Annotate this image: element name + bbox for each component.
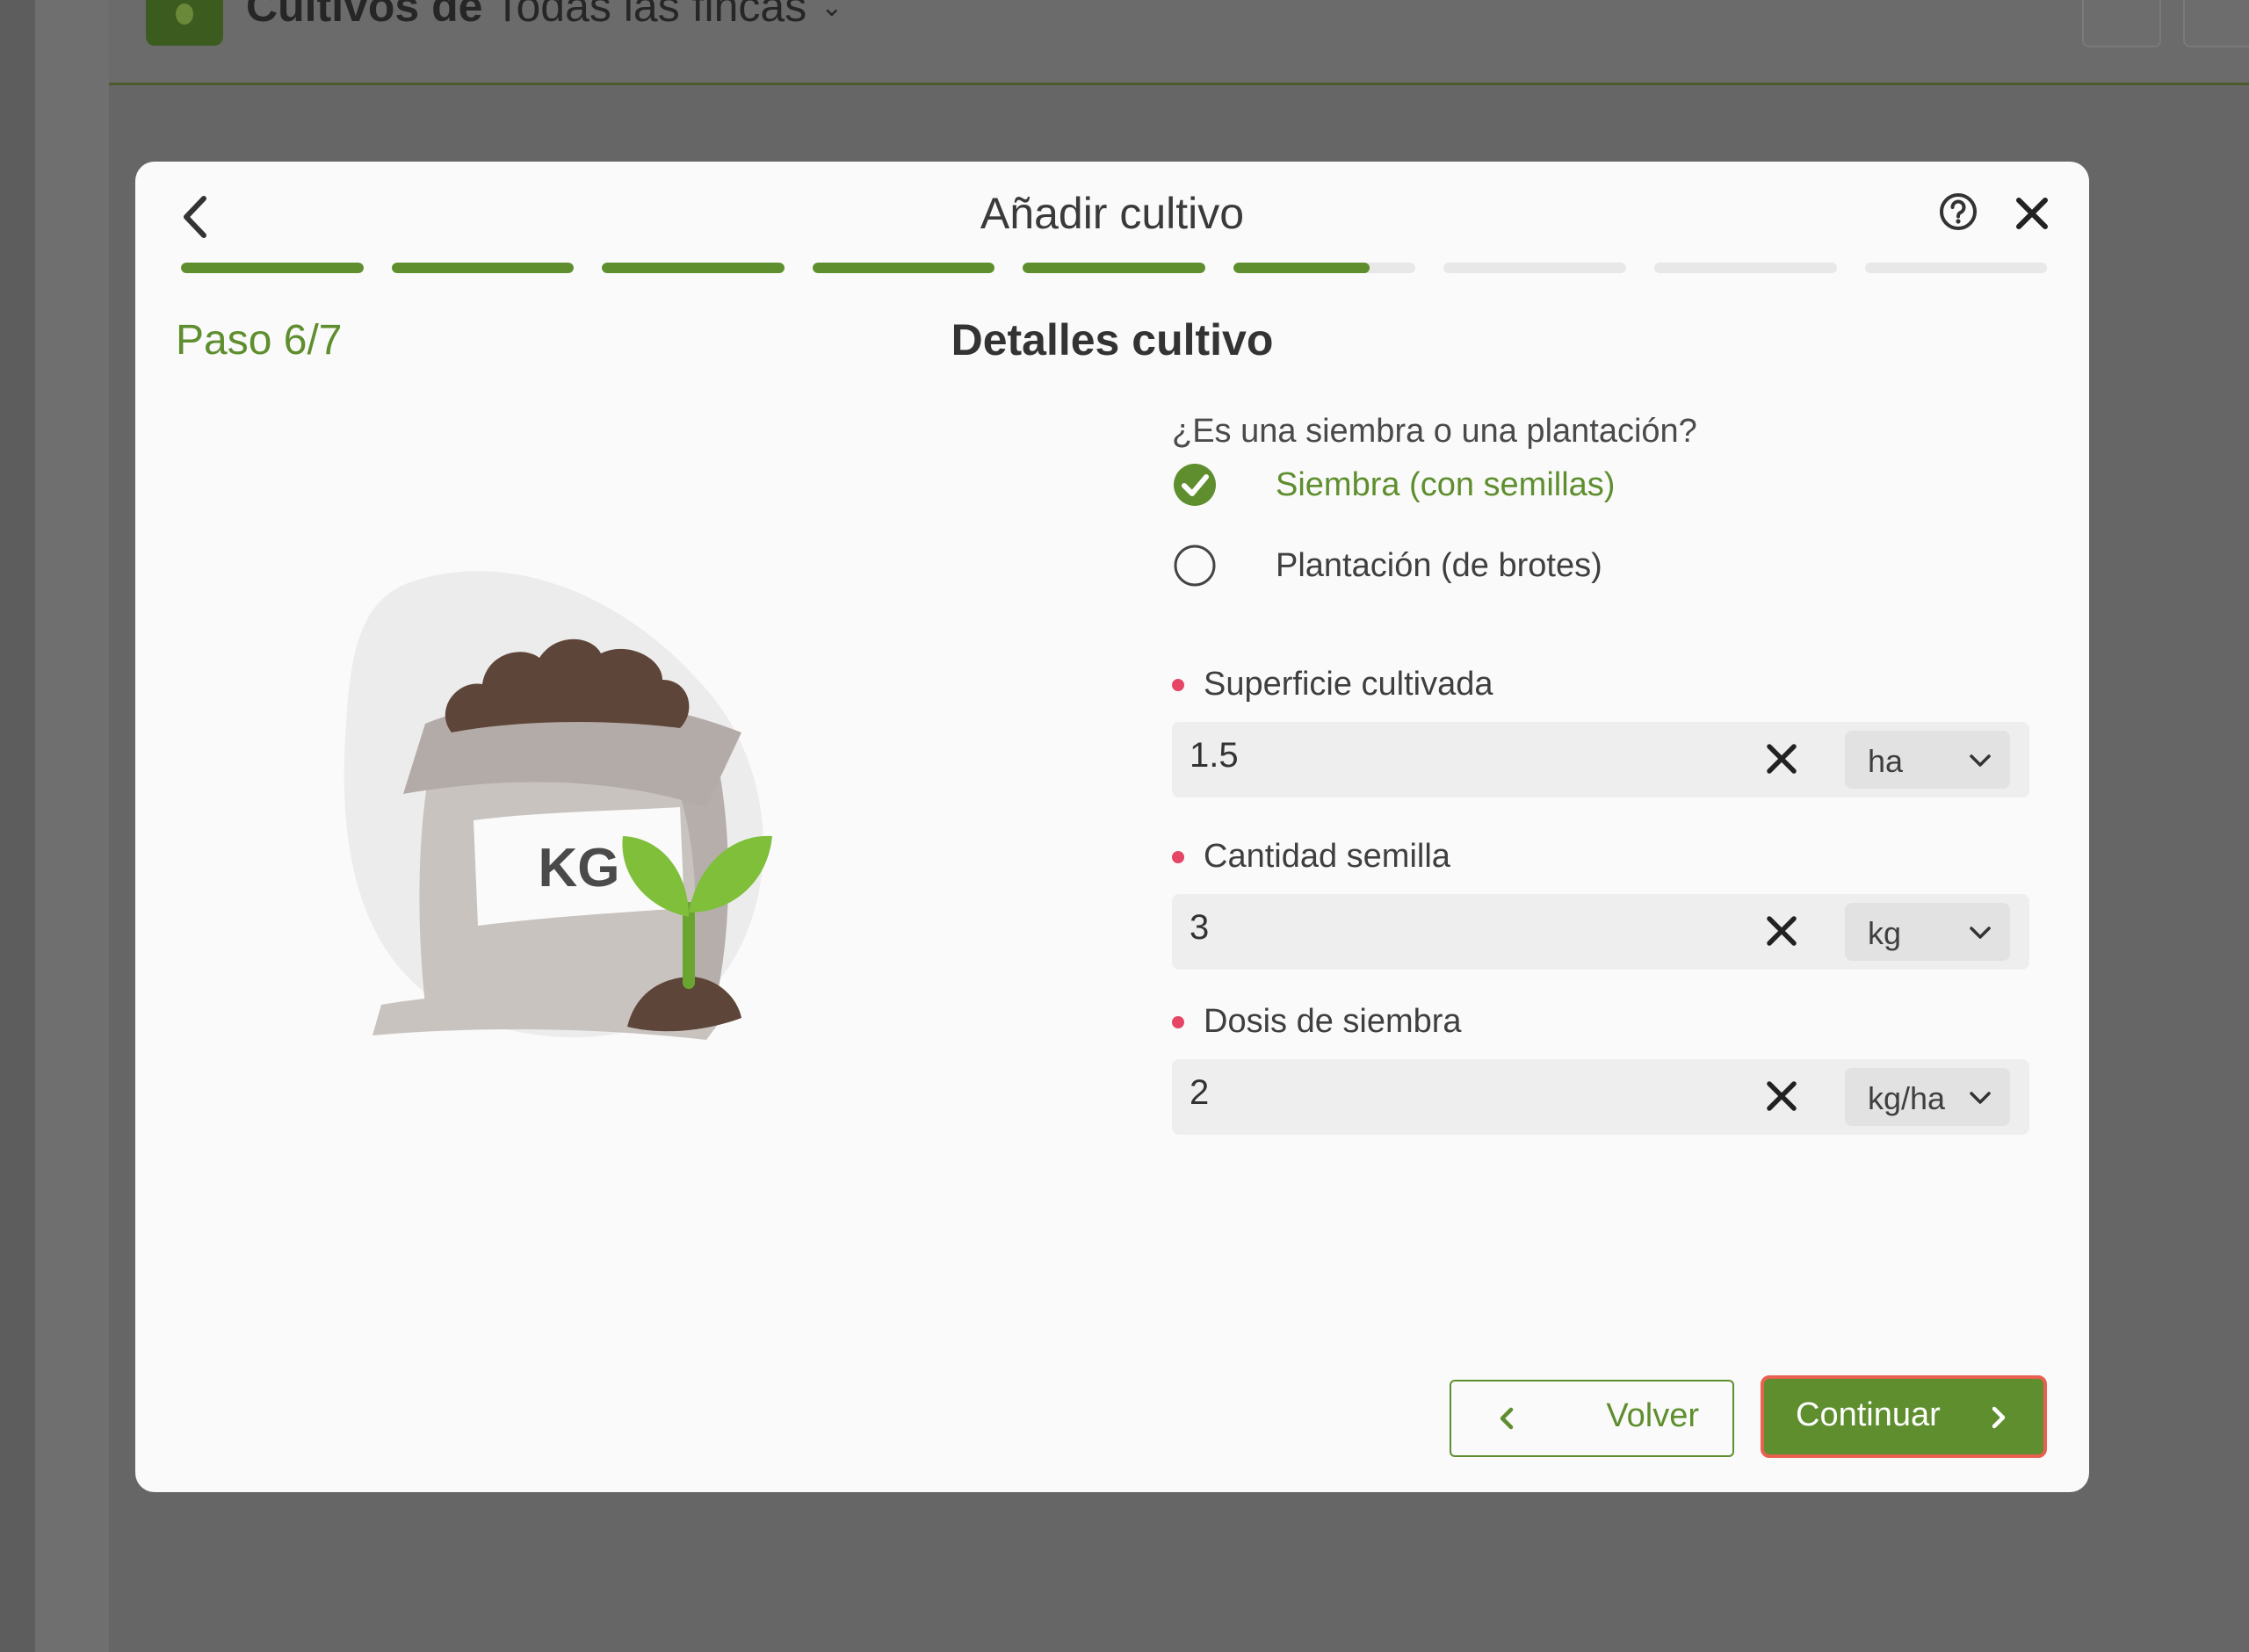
- field-label-text: Superficie cultivada: [1204, 666, 1493, 703]
- progress-segment: [1233, 263, 1416, 273]
- radio-option-siembra[interactable]: Siembra (con semillas): [1172, 458, 1615, 511]
- header-title-bold: Cultivos de: [246, 0, 483, 31]
- app-edge-strip: [0, 0, 35, 1652]
- section-title: Detalles cultivo: [951, 315, 1274, 364]
- progress-segment-fill: [181, 263, 364, 273]
- farm-selector: Todas las fincas: [494, 0, 807, 31]
- help-button[interactable]: [1938, 191, 1978, 232]
- progress-segment: [602, 263, 785, 273]
- progress-segment: [1023, 263, 1205, 273]
- modal-title: Añadir cultivo: [980, 189, 1245, 238]
- field-value: 2: [1190, 1073, 1210, 1112]
- field-label-text: Dosis de siembra: [1204, 1003, 1462, 1040]
- back-button[interactable]: Volver: [1450, 1380, 1734, 1457]
- clear-icon[interactable]: [1762, 912, 1801, 950]
- progress-segment: [1443, 263, 1626, 273]
- leaf-icon: [176, 4, 193, 25]
- add-crop-modal: Añadir cultivo Paso 6/7 Detalles cultivo…: [135, 162, 2089, 1492]
- field-value: 3: [1190, 908, 1210, 947]
- dosis-siembra-input[interactable]: 2 kg/ha: [1172, 1059, 2029, 1135]
- chevron-down-icon: [1970, 754, 1991, 767]
- app-logo: [146, 0, 223, 46]
- expand-button: [2082, 0, 2161, 47]
- progress-segment: [391, 263, 575, 273]
- continue-button[interactable]: Continuar: [1761, 1375, 2047, 1458]
- help-icon: [1940, 193, 1977, 230]
- step-progress-bar: [181, 263, 2048, 273]
- radio-checked-icon: [1174, 464, 1216, 506]
- required-indicator: [1172, 1015, 1184, 1028]
- progress-segment-fill: [812, 263, 995, 273]
- radio-label-siembra: Siembra (con semillas): [1276, 465, 1616, 503]
- progress-segment: [181, 263, 364, 273]
- clear-icon[interactable]: [1762, 739, 1801, 778]
- refresh-button: [2183, 0, 2249, 47]
- field-value: 1.5: [1190, 736, 1239, 775]
- progress-segment-fill: [1023, 263, 1205, 273]
- close-button[interactable]: [2012, 193, 2052, 234]
- unit-value: ha: [1868, 743, 1904, 779]
- unit-select[interactable]: ha: [1845, 731, 2010, 789]
- seed-bag-illustration: KG: [343, 571, 772, 1040]
- chevron-down-icon: [1970, 1092, 1991, 1104]
- close-icon: [2016, 198, 2048, 229]
- field-label-text: Cantidad semilla: [1204, 838, 1450, 875]
- progress-segment: [1864, 263, 2048, 273]
- continue-button-label: Continuar: [1796, 1396, 1941, 1433]
- radio-option-plantacion[interactable]: Plantación (de brotes): [1172, 539, 1602, 592]
- progress-segment-fill: [602, 263, 785, 273]
- chevron-left-icon: [1500, 1407, 1514, 1430]
- sowing-type-question: ¿Es una siembra o una plantación?: [1172, 413, 1697, 450]
- app-sidebar: [35, 0, 109, 1652]
- unit-select[interactable]: kg: [1845, 903, 2010, 961]
- bag-label-text: KG: [539, 838, 620, 898]
- unit-value: kg/ha: [1868, 1080, 1946, 1116]
- progress-segment-fill: [1233, 263, 1370, 273]
- app-header-title: Cultivos de Todas las fincas ⌄: [246, 0, 842, 32]
- required-indicator: [1172, 850, 1184, 863]
- required-indicator: [1172, 678, 1184, 691]
- progress-segment: [1653, 263, 1837, 273]
- back-button-label: Volver: [1606, 1397, 1699, 1434]
- field-label-superficie: Superficie cultivada: [1172, 666, 1493, 703]
- chevron-down-icon: ⌄: [821, 0, 843, 22]
- chevron-down-icon: [1970, 927, 1991, 939]
- progress-segment: [812, 263, 995, 273]
- superficie-input[interactable]: 1.5 ha: [1172, 722, 2029, 797]
- radio-label-plantacion: Plantación (de brotes): [1276, 546, 1602, 584]
- cantidad-semilla-input[interactable]: 3 kg: [1172, 894, 2029, 970]
- radio-unchecked-icon: [1174, 545, 1216, 587]
- chevron-right-icon: [1992, 1406, 2006, 1429]
- clear-icon[interactable]: [1762, 1077, 1801, 1115]
- field-label-cantidad: Cantidad semilla: [1172, 838, 1450, 876]
- unit-select[interactable]: kg/ha: [1845, 1068, 2010, 1126]
- progress-segment-fill: [391, 263, 575, 273]
- unit-value: kg: [1868, 915, 1902, 951]
- field-label-dosis: Dosis de siembra: [1172, 1003, 1462, 1041]
